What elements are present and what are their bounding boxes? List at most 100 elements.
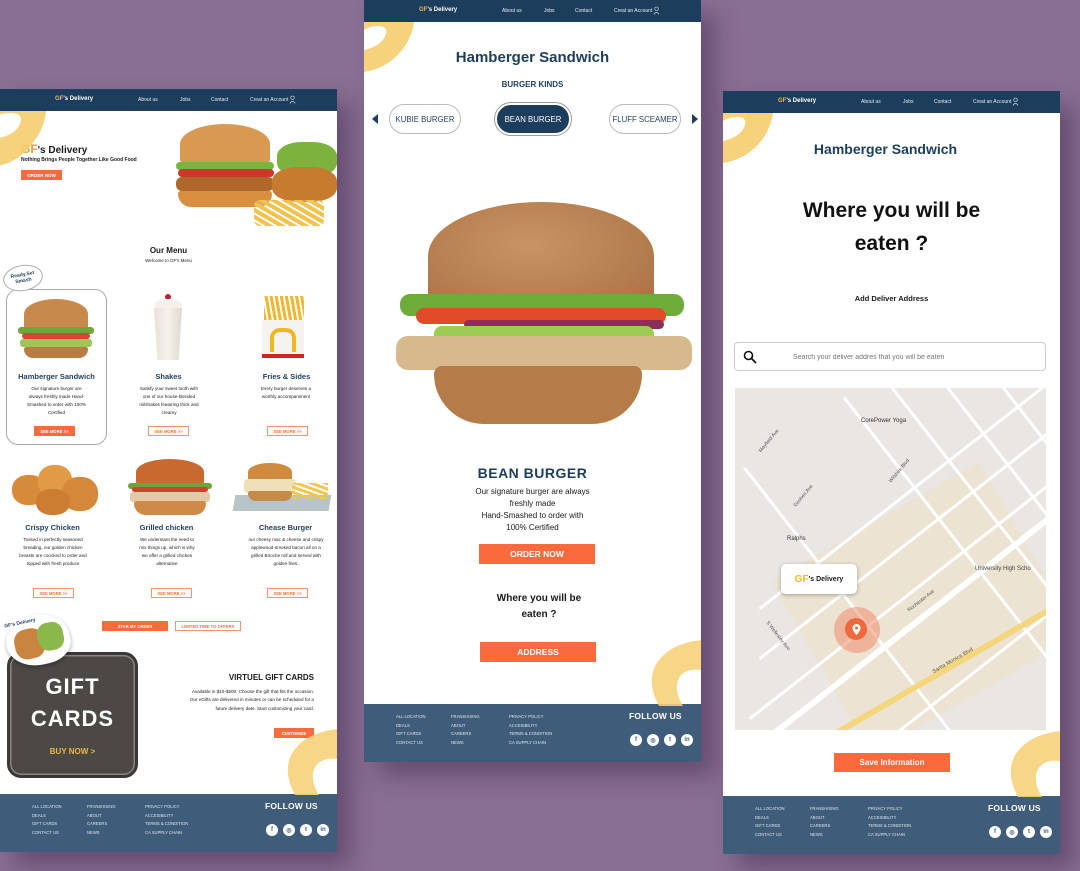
location-pin-icon[interactable] bbox=[845, 618, 867, 640]
buy-now-link[interactable]: BUY NOW > bbox=[7, 747, 138, 756]
see-more-button[interactable]: SEE MORE >> bbox=[148, 426, 189, 436]
footer-link[interactable]: PRIVACY POLICY bbox=[145, 803, 188, 812]
site-footer: ALL LOCATION DEALS GIFT CARDS CONTACT US… bbox=[0, 794, 337, 852]
nav-contact[interactable]: Contact bbox=[575, 8, 592, 14]
footer-link[interactable]: ALL LOCATION bbox=[32, 803, 62, 812]
user-icon[interactable] bbox=[289, 95, 296, 104]
footer-link[interactable]: ACCESIBILITY bbox=[509, 722, 552, 731]
footer-link[interactable]: GIFT CARDS bbox=[396, 730, 426, 739]
footer-link[interactable]: CA SUPPLY CHAIN bbox=[145, 829, 188, 838]
delivery-map[interactable]: CorePower Yoga Ralphs University High Sc… bbox=[735, 388, 1046, 730]
follow-us-label: FOLLOW US bbox=[988, 803, 1041, 813]
footer-link[interactable]: ALL LOCATION bbox=[755, 805, 785, 814]
hamburger-image bbox=[16, 297, 96, 359]
footer-link[interactable]: TERMS & CONDITION bbox=[509, 730, 552, 739]
kind-tab-bean-selected[interactable]: BEAN BURGER bbox=[495, 103, 571, 135]
search-icon bbox=[743, 350, 757, 364]
twitter-icon[interactable]: t bbox=[1023, 826, 1035, 838]
footer-link[interactable]: ACCESIBILITY bbox=[145, 812, 188, 821]
kind-tab-kubie[interactable]: KUBIE BURGER bbox=[389, 104, 461, 134]
save-information-button[interactable]: Save Information bbox=[834, 753, 950, 772]
nav-create-account[interactable]: Creat an Account bbox=[614, 8, 652, 14]
footer-link[interactable]: CA SUPPLY CHAIN bbox=[509, 739, 552, 748]
see-more-button[interactable]: SEE MORE >> bbox=[34, 426, 75, 436]
footer-link[interactable]: ACCESIBILITY bbox=[868, 814, 911, 823]
instagram-icon[interactable]: ◎ bbox=[283, 824, 295, 836]
see-more-button[interactable]: SEE MORE >> bbox=[267, 426, 308, 436]
facebook-icon[interactable]: f bbox=[989, 826, 1001, 838]
carousel-prev-arrow[interactable] bbox=[372, 114, 378, 124]
instagram-icon[interactable]: ◎ bbox=[647, 734, 659, 746]
footer-link[interactable]: GIFT CARDS bbox=[32, 820, 62, 829]
footer-link[interactable]: TERMS & CONDITION bbox=[868, 822, 911, 831]
nav-jobs[interactable]: Jobs bbox=[544, 8, 555, 14]
follow-us-label: FOLLOW US bbox=[265, 801, 318, 811]
see-more-button[interactable]: SEE MORE >> bbox=[151, 588, 192, 598]
nav-contact[interactable]: Contact bbox=[934, 99, 951, 105]
nav-jobs[interactable]: Jobs bbox=[180, 97, 191, 103]
footer-link[interactable]: CONTACT US bbox=[755, 831, 785, 840]
twitter-icon[interactable]: t bbox=[664, 734, 676, 746]
footer-link[interactable]: NEWS bbox=[810, 831, 839, 840]
carousel-next-arrow[interactable] bbox=[692, 114, 698, 124]
footer-link[interactable]: FRANSHISING bbox=[810, 805, 839, 814]
footer-link[interactable]: CAREERS bbox=[810, 822, 839, 831]
limited-offers-button[interactable]: LIMITED TIME TO OFFERS bbox=[175, 621, 241, 631]
footer-link[interactable]: DEALS bbox=[32, 812, 62, 821]
footer-link[interactable]: NEWS bbox=[451, 739, 480, 748]
linkedin-icon[interactable]: in bbox=[1040, 826, 1052, 838]
nav-create-account[interactable]: Creat an Account bbox=[973, 99, 1011, 105]
footer-link[interactable]: TERMS & CONDITION bbox=[145, 820, 188, 829]
footer-link[interactable]: CA SUPPLY CHAIN bbox=[868, 831, 911, 840]
kind-tab-fluff[interactable]: FLUFF SCEAMER bbox=[609, 104, 681, 134]
customize-button[interactable]: CUSTOMIZE bbox=[274, 728, 314, 738]
logo[interactable]: GF's Delivery bbox=[419, 7, 457, 13]
address-button[interactable]: ADDRESS bbox=[480, 642, 596, 662]
linkedin-icon[interactable]: in bbox=[681, 734, 693, 746]
facebook-icon[interactable]: f bbox=[630, 734, 642, 746]
start-order-button[interactable]: STAR MY ORDER bbox=[102, 621, 168, 631]
footer-link[interactable]: DEALS bbox=[755, 814, 785, 823]
address-search-box[interactable] bbox=[734, 342, 1046, 371]
item-title: Crispy Chicken bbox=[25, 523, 80, 532]
footer-link[interactable]: NEWS bbox=[87, 829, 116, 838]
footer-link[interactable]: PRIVACY POLICY bbox=[868, 805, 911, 814]
see-more-button[interactable]: SEE MORE >> bbox=[267, 588, 308, 598]
footer-link[interactable]: FRANSHISING bbox=[87, 803, 116, 812]
facebook-icon[interactable]: f bbox=[266, 824, 278, 836]
menu-subtitle: Welcome to GF's Menu bbox=[145, 258, 192, 263]
nav-create-account[interactable]: Creat an Account bbox=[250, 97, 288, 103]
footer-link[interactable]: ABOUT bbox=[451, 722, 480, 731]
nav-contact[interactable]: Contact bbox=[211, 97, 228, 103]
footer-link[interactable]: CONTACT US bbox=[396, 739, 426, 748]
see-more-button[interactable]: SEE MORE >> bbox=[33, 588, 74, 598]
nav-about[interactable]: About us bbox=[861, 99, 881, 105]
footer-link[interactable]: PRIVACY POLICY bbox=[509, 713, 552, 722]
twitter-icon[interactable]: t bbox=[300, 824, 312, 836]
user-icon[interactable] bbox=[1012, 97, 1019, 106]
footer-link[interactable]: ABOUT bbox=[87, 812, 116, 821]
order-now-button[interactable]: ORDER NOW bbox=[479, 544, 595, 564]
shake-image bbox=[150, 294, 186, 362]
page-title: Hamberger Sandwich bbox=[813, 141, 958, 157]
footer-link[interactable]: DEALS bbox=[396, 722, 426, 731]
footer-link[interactable]: CAREERS bbox=[87, 820, 116, 829]
order-now-button[interactable]: ORDER NOW bbox=[21, 170, 62, 180]
footer-link[interactable]: ABOUT bbox=[810, 814, 839, 823]
nav-jobs[interactable]: Jobs bbox=[903, 99, 914, 105]
logo[interactable]: GF's Delivery bbox=[55, 96, 93, 102]
user-icon[interactable] bbox=[653, 6, 660, 15]
footer-link[interactable]: FRANSHISING bbox=[451, 713, 480, 722]
footer-link[interactable]: CAREERS bbox=[451, 730, 480, 739]
nav-about[interactable]: About us bbox=[502, 8, 522, 14]
linkedin-icon[interactable]: in bbox=[317, 824, 329, 836]
logo[interactable]: GF's Delivery bbox=[778, 98, 816, 104]
footer-link[interactable]: GIFT CARDS bbox=[755, 822, 785, 831]
nav-about[interactable]: About us bbox=[138, 97, 158, 103]
map-label: Goshen Ave bbox=[792, 483, 815, 509]
footer-link[interactable]: CONTACT US bbox=[32, 829, 62, 838]
footer-link[interactable]: ALL LOCATION bbox=[396, 713, 426, 722]
address-search-input[interactable] bbox=[793, 350, 1033, 364]
instagram-icon[interactable]: ◎ bbox=[1006, 826, 1018, 838]
item-desc: Our signature burger are always freshly … bbox=[27, 386, 86, 415]
